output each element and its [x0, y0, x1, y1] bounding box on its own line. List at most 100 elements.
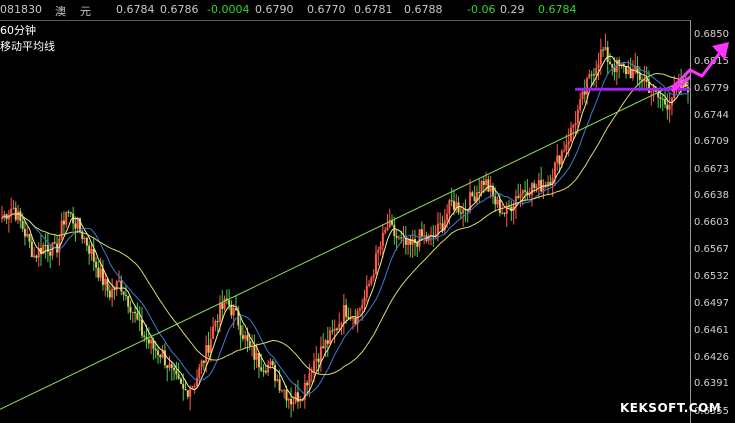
candle-body	[489, 186, 492, 192]
instrument-name-1: 澳	[55, 5, 66, 18]
candle-body	[28, 233, 31, 242]
quote-value-6: 0.6788	[404, 3, 443, 16]
candle-body	[331, 330, 334, 332]
candle-body	[189, 389, 192, 397]
candle-body	[345, 305, 348, 317]
candle-body	[216, 321, 219, 323]
instrument-name-2: 元	[80, 5, 91, 18]
candle-body	[423, 235, 426, 237]
candle-body	[549, 181, 552, 184]
candle-body	[604, 47, 607, 51]
y-tick-label: 0.6850	[694, 29, 729, 41]
candle-body	[143, 335, 146, 337]
candle-body	[324, 340, 327, 349]
candle-body	[239, 325, 242, 336]
candle-body	[23, 228, 26, 237]
candle-body	[482, 181, 485, 185]
candle-body	[241, 335, 244, 339]
candle-body	[608, 61, 611, 64]
y-tick-label: 0.6744	[694, 109, 729, 121]
candle-body	[407, 239, 410, 245]
candle-body	[329, 330, 332, 344]
y-tick-label: 0.6461	[694, 324, 729, 336]
candle-body	[664, 99, 667, 105]
watermark: KEKSOFT.COM	[620, 401, 722, 415]
candle-body	[49, 251, 52, 256]
candle-body	[599, 49, 602, 65]
candle-body	[342, 305, 345, 324]
candle-body	[597, 64, 600, 69]
candle-body	[248, 341, 251, 347]
candle-body	[223, 298, 226, 309]
candle-body	[21, 221, 24, 229]
candle-body	[503, 212, 506, 214]
candle-body	[650, 91, 653, 93]
candle-body	[462, 209, 465, 214]
quote-value-4: 0.6770	[307, 3, 346, 16]
candle-body	[10, 208, 13, 215]
candle-body	[374, 253, 377, 275]
candle-body	[480, 181, 483, 193]
y-tick-label: 0.6391	[694, 378, 729, 390]
candle-body	[452, 200, 455, 210]
candle-body	[418, 229, 421, 247]
candle-body	[274, 365, 277, 381]
candle-body	[352, 317, 355, 319]
ma-slow-line	[1, 73, 689, 376]
candle-body	[260, 367, 263, 371]
candle-body	[136, 313, 139, 320]
trendline	[0, 76, 690, 410]
price-chart[interactable]	[0, 20, 690, 423]
candle-body	[285, 390, 288, 401]
candle-body	[521, 190, 524, 194]
candle-body	[85, 237, 88, 246]
quote-value-2: 0.6786	[160, 3, 199, 16]
candle-body	[221, 303, 224, 309]
candle-body	[533, 183, 536, 189]
quote-value-1: 0.6784	[116, 3, 155, 16]
y-tick-label: 0.6603	[694, 217, 729, 229]
candle-body	[517, 196, 520, 198]
candle-body	[420, 229, 423, 237]
candle-body	[168, 364, 171, 368]
quote-value-3: 0.6790	[255, 3, 294, 16]
candle-body	[127, 295, 130, 307]
candle-body	[370, 277, 373, 284]
candle-body	[496, 199, 499, 205]
candle-body	[574, 123, 577, 126]
candle-body	[154, 348, 157, 351]
candle-body	[576, 109, 579, 124]
candle-body	[88, 245, 91, 254]
candle-body	[120, 280, 123, 292]
candle-body	[381, 232, 384, 247]
y-tick-label: 0.6532	[694, 271, 729, 282]
candle-body	[62, 220, 65, 225]
candle-body	[530, 183, 533, 195]
quote-value-5: 0.6781	[354, 3, 393, 16]
quote-last: 0.6784	[538, 3, 577, 16]
candle-body	[363, 297, 366, 305]
candle-body	[446, 213, 449, 221]
candle-body	[30, 241, 33, 258]
y-tick-label: 0.6779	[694, 83, 729, 95]
candle-body	[553, 162, 556, 178]
candle-body	[257, 352, 260, 368]
candle-body	[333, 328, 336, 331]
candle-body	[207, 345, 210, 353]
candle-body	[659, 97, 662, 99]
candle-body	[501, 212, 504, 214]
candle-body	[602, 49, 605, 51]
y-tick-label: 0.6426	[694, 351, 729, 363]
candle-body	[99, 268, 102, 278]
candle-body	[590, 74, 593, 76]
candle-body	[65, 211, 68, 225]
candle-body	[448, 200, 451, 214]
candle-body	[124, 294, 127, 296]
candle-body	[118, 280, 121, 282]
candle-body	[292, 402, 295, 405]
candle-body	[170, 364, 173, 368]
y-tick-label: 0.6567	[694, 244, 729, 256]
candle-body	[90, 249, 93, 254]
instrument-code: 081830	[0, 3, 42, 16]
candle-body	[1, 217, 3, 219]
